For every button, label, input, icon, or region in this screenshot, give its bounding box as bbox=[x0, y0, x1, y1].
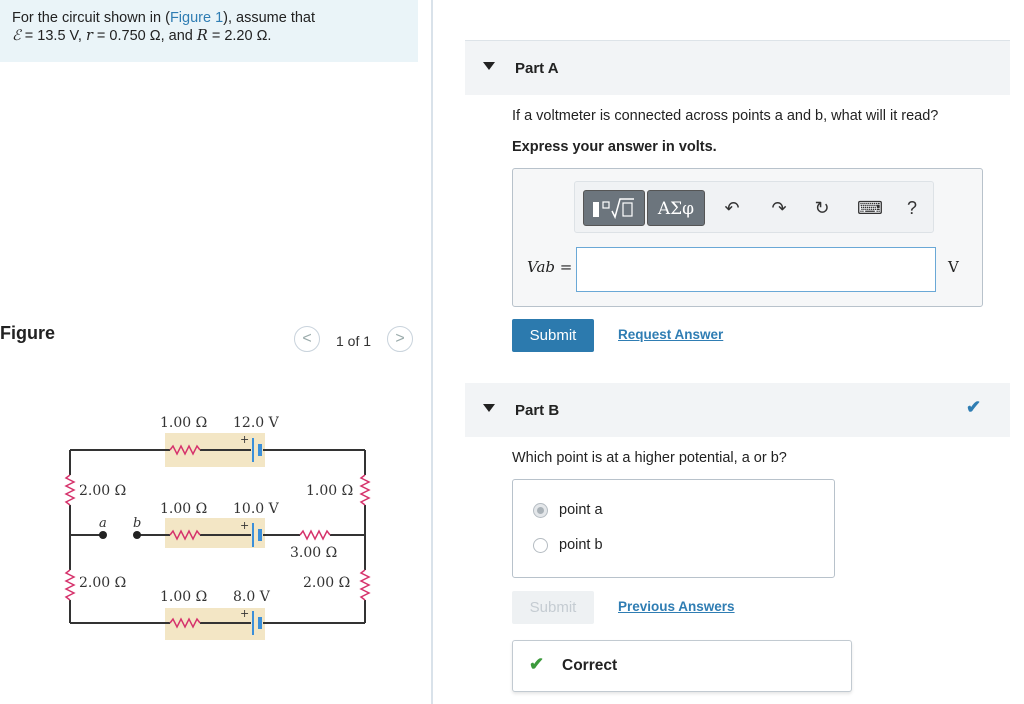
choice-label[interactable]: point b bbox=[559, 537, 603, 553]
bot-battery-label: 8.0 V bbox=[233, 589, 271, 605]
r-symbol: r bbox=[85, 28, 93, 44]
result-box: ✔ Correct bbox=[512, 640, 852, 692]
collapse-triangle-icon[interactable] bbox=[483, 404, 495, 412]
result-label: Correct bbox=[562, 657, 618, 674]
choice-list: point a point b bbox=[512, 479, 835, 578]
point-a-label: a bbox=[99, 516, 107, 531]
right-upper-resistor-label: 1.00 Ω bbox=[306, 483, 353, 499]
radio-point-b[interactable] bbox=[533, 538, 548, 553]
vab-answer-input[interactable] bbox=[576, 247, 936, 292]
figure-title: Figure bbox=[0, 323, 56, 343]
left-upper-resistor-label: 2.00 Ω bbox=[79, 483, 126, 499]
part-a-header[interactable]: Part A bbox=[465, 41, 1010, 95]
figure-link[interactable]: Figure 1 bbox=[170, 10, 223, 26]
emf-symbol: ℰ bbox=[12, 28, 21, 44]
part-a-label: Part A bbox=[515, 60, 559, 77]
top-resistor-label: 1.00 Ω bbox=[160, 415, 207, 431]
circuit-diagram: 1.00 Ω 12.0 V + 1.00 Ω 10.0 V + 1.00 Ω 8… bbox=[64, 415, 371, 640]
part-b-question: Which point is at a higher potential, a … bbox=[512, 450, 787, 466]
mid-plus-label: + bbox=[240, 519, 249, 532]
request-answer-link[interactable]: Request Answer bbox=[618, 327, 723, 342]
undo-icon[interactable]: ↶ bbox=[721, 198, 743, 219]
figure-pager: 1 of 1 bbox=[336, 333, 372, 349]
previous-answers-link[interactable]: Previous Answers bbox=[618, 599, 735, 614]
keyboard-icon[interactable]: ⌨ bbox=[857, 198, 883, 219]
check-icon: ✔ bbox=[529, 654, 545, 674]
part-b-complete-check-icon: ✔ bbox=[966, 397, 982, 417]
help-icon[interactable]: ? bbox=[901, 198, 923, 219]
next-figure-button[interactable]: > bbox=[387, 326, 413, 352]
vab-label: Vab = bbox=[527, 258, 573, 276]
mid-resistor-label: 1.00 Ω bbox=[160, 501, 207, 517]
mid-right-resistor-label: 3.00 Ω bbox=[290, 545, 337, 561]
problem-line-1: For the circuit shown in (Figure 1), ass… bbox=[12, 9, 418, 27]
greek-symbols-button[interactable]: ΑΣφ bbox=[647, 190, 705, 226]
top-plus-label: + bbox=[240, 433, 249, 446]
point-a-dot bbox=[99, 531, 107, 539]
part-a-instruction: Express your answer in volts. bbox=[512, 139, 717, 155]
bot-resistor-label: 1.00 Ω bbox=[160, 589, 207, 605]
mid-battery-label: 10.0 V bbox=[233, 501, 280, 517]
bot-plus-label: + bbox=[240, 607, 249, 620]
part-b-submit-button[interactable]: Submit bbox=[512, 591, 594, 624]
point-b-label: b bbox=[133, 516, 141, 531]
right-lower-resistor-label: 2.00 Ω bbox=[303, 575, 350, 591]
radio-point-a[interactable] bbox=[533, 503, 548, 518]
problem-text: For the circuit shown in ( bbox=[12, 10, 170, 26]
part-b-header[interactable]: Part B bbox=[465, 383, 1010, 437]
collapse-triangle-icon[interactable] bbox=[483, 62, 495, 70]
R-symbol: R bbox=[196, 28, 208, 44]
unit-label: V bbox=[948, 258, 959, 276]
point-b-dot bbox=[133, 531, 141, 539]
redo-icon[interactable]: ↷ bbox=[768, 198, 790, 219]
problem-text: ), assume that bbox=[223, 10, 316, 26]
templates-button[interactable] bbox=[583, 190, 645, 226]
reset-icon[interactable]: ↻ bbox=[811, 198, 833, 219]
left-panel: For the circuit shown in (Figure 1), ass… bbox=[0, 0, 433, 704]
emf-value: = 13.5 V, bbox=[20, 28, 86, 44]
prev-figure-button[interactable]: < bbox=[294, 326, 320, 352]
math-toolbar: ΑΣφ ↶ ↷ ↻ ⌨ ? bbox=[574, 181, 934, 233]
r-value: = 0.750 Ω, and bbox=[92, 28, 197, 44]
part-b-label: Part B bbox=[515, 402, 560, 419]
part-a-question: If a voltmeter is connected across point… bbox=[512, 108, 939, 124]
R-value: = 2.20 Ω. bbox=[207, 28, 272, 44]
templates-icon bbox=[593, 198, 634, 220]
left-lower-resistor-label: 2.00 Ω bbox=[79, 575, 126, 591]
problem-line-2: ℰ = 13.5 V, r = 0.750 Ω, and R = 2.20 Ω. bbox=[12, 27, 418, 45]
top-battery-label: 12.0 V bbox=[233, 415, 280, 431]
problem-statement: For the circuit shown in (Figure 1), ass… bbox=[0, 0, 418, 62]
part-a-submit-button[interactable]: Submit bbox=[512, 319, 594, 352]
choice-label[interactable]: point a bbox=[559, 502, 603, 518]
